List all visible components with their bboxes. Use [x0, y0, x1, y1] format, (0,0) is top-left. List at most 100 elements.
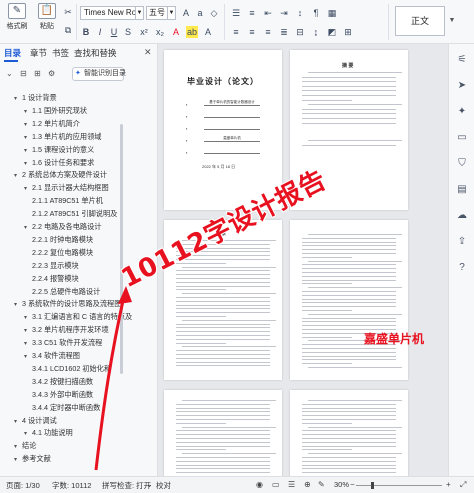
- chevron-down-icon[interactable]: ▾: [24, 159, 32, 168]
- chevron-down-icon[interactable]: ▾: [24, 146, 32, 155]
- chevron-down-icon[interactable]: ▾: [14, 300, 22, 309]
- toc-item[interactable]: 2.2.1 时钟电路模块: [32, 234, 148, 245]
- spell-check-status[interactable]: 拼写检查: 打开: [102, 480, 151, 491]
- chevron-down-icon[interactable]: ▾: [24, 133, 32, 142]
- tab-toc[interactable]: 目录: [4, 47, 21, 59]
- chevron-down-icon[interactable]: ▾: [24, 429, 32, 438]
- shield-icon[interactable]: ⛉: [456, 158, 468, 170]
- tab-find-replace[interactable]: 查找和替换: [74, 47, 117, 59]
- chevron-down-icon[interactable]: ▾: [24, 223, 32, 232]
- toc-item[interactable]: ▾ 3.1 汇编语言和 C 语言的特点及: [24, 311, 148, 322]
- toc-item[interactable]: ▾ 3 系统软件的设计思路及流程图: [14, 298, 148, 309]
- table-icon[interactable]: ⊞: [342, 26, 354, 38]
- chevron-down-icon[interactable]: ▾: [14, 171, 22, 180]
- char-shading-icon[interactable]: A: [202, 26, 214, 38]
- align-right-icon[interactable]: ≡: [262, 26, 274, 38]
- toc-item[interactable]: ▾ 1 设计背景: [14, 92, 148, 103]
- list-view-icon[interactable]: ☰: [288, 480, 295, 489]
- zoom-in-icon[interactable]: +: [446, 480, 451, 489]
- expand-icon[interactable]: ⊞: [34, 69, 41, 78]
- underline-icon[interactable]: U: [108, 26, 120, 38]
- numbered-list-icon[interactable]: ≡: [246, 7, 258, 19]
- shrink-font-icon[interactable]: a: [194, 7, 206, 19]
- document-icon[interactable]: ▭: [456, 132, 468, 144]
- collapse-icon[interactable]: ⊟: [20, 69, 27, 78]
- format-painter-button[interactable]: ✎ 格式刷: [4, 3, 30, 31]
- toc-item[interactable]: 3.4.2 按键扫描函数: [32, 376, 148, 387]
- proofread-button[interactable]: 校对: [156, 480, 171, 491]
- chevron-down-icon[interactable]: ▾: [24, 313, 32, 322]
- toc-item[interactable]: 3.4.4 定时器中断函数: [32, 402, 148, 413]
- highlight-icon[interactable]: ab: [186, 26, 198, 38]
- eye-icon[interactable]: ◉: [256, 480, 263, 489]
- toc-item[interactable]: ▾ 1.2 单片机简介: [24, 118, 148, 129]
- toc-item[interactable]: 3.4.3 外部中断函数: [32, 389, 148, 400]
- chevron-down-icon[interactable]: ▾: [24, 107, 32, 116]
- fullscreen-icon[interactable]: ⤢: [460, 480, 466, 490]
- help-icon[interactable]: ?: [456, 262, 468, 274]
- zoom-slider[interactable]: [356, 485, 442, 486]
- font-name-select[interactable]: Times New Roma: [80, 6, 136, 20]
- toc-item[interactable]: ▾ 2 系统总体方案及硬件设计: [14, 169, 148, 180]
- page-view-icon[interactable]: ▭: [272, 480, 280, 489]
- sparkle-icon[interactable]: ✦: [456, 106, 468, 118]
- align-justify-icon[interactable]: ≣: [278, 26, 290, 38]
- font-size-select[interactable]: 五号: [146, 6, 168, 20]
- toc-item[interactable]: ▾ 2.2 电路及各电路设计: [24, 221, 148, 232]
- sliders-icon[interactable]: ⚟: [456, 54, 468, 66]
- border-icon[interactable]: ▦: [326, 7, 338, 19]
- chevron-down-icon[interactable]: ▾: [24, 326, 32, 335]
- line-spacing-icon[interactable]: ↨: [310, 26, 322, 38]
- chevron-down-icon[interactable]: ▼: [136, 6, 144, 20]
- decrease-indent-icon[interactable]: ⇤: [262, 7, 274, 19]
- chevron-down-icon[interactable]: ▾: [24, 352, 32, 361]
- toc-item[interactable]: 2.1.1 AT89C51 单片机: [32, 195, 148, 206]
- chevron-down-icon[interactable]: ▾: [24, 339, 32, 348]
- chevron-down-icon[interactable]: ▾: [14, 455, 22, 464]
- word-count[interactable]: 字数: 10112: [52, 480, 91, 491]
- web-view-icon[interactable]: ⊕: [304, 480, 311, 489]
- page-6[interactable]: [290, 390, 408, 476]
- share-icon[interactable]: ⇪: [456, 236, 468, 248]
- toc-item[interactable]: ▾ 3.4 软件流程图: [24, 350, 148, 361]
- toc-item[interactable]: ▾ 结论: [14, 440, 148, 451]
- zoom-level[interactable]: 30%: [334, 480, 349, 489]
- clear-format-icon[interactable]: ◇: [208, 7, 220, 19]
- page-chapter-1[interactable]: [290, 220, 408, 380]
- show-marks-icon[interactable]: ¶: [310, 7, 322, 19]
- chevron-down-icon[interactable]: ▾: [14, 417, 22, 426]
- cursor-icon[interactable]: ➤: [456, 80, 468, 92]
- toc-item[interactable]: ▾ 2.1 显示计器大结构框图: [24, 182, 148, 193]
- zoom-slider-handle[interactable]: [371, 482, 375, 489]
- tab-sections[interactable]: 章节: [30, 47, 47, 59]
- zoom-out-icon[interactable]: −: [350, 480, 355, 489]
- chevron-down-icon[interactable]: ▾: [24, 120, 32, 129]
- chevron-down-icon[interactable]: ▼: [447, 6, 457, 36]
- strikethrough-icon[interactable]: S: [122, 26, 134, 38]
- chevron-down-icon[interactable]: ⌄: [6, 69, 13, 78]
- chevron-down-icon[interactable]: ▾: [14, 442, 22, 451]
- page-5[interactable]: [164, 390, 282, 476]
- cloud-icon[interactable]: ☁: [456, 210, 468, 222]
- sort-icon[interactable]: ↕: [294, 7, 306, 19]
- copy-icon[interactable]: ⧉: [62, 24, 74, 36]
- chevron-down-icon[interactable]: ⌄: [146, 480, 153, 489]
- align-center-icon[interactable]: ≡: [246, 26, 258, 38]
- toc-item[interactable]: ▾ 3.2 单片机程序开发环境: [24, 324, 148, 335]
- layout-icon[interactable]: ▤: [456, 184, 468, 196]
- pen-icon[interactable]: ✎: [318, 480, 325, 489]
- chevron-down-icon[interactable]: ▾: [24, 184, 32, 193]
- toc-item[interactable]: ▾ 参考文献: [14, 453, 148, 464]
- close-icon[interactable]: ✕: [144, 47, 152, 58]
- toc-scrollbar[interactable]: [120, 124, 123, 374]
- tab-bookmarks[interactable]: 书签: [52, 47, 69, 59]
- align-left-icon[interactable]: ≡: [230, 26, 242, 38]
- font-color-icon[interactable]: A: [170, 26, 182, 38]
- paste-button[interactable]: 📋 粘贴: [34, 3, 60, 31]
- distribute-icon[interactable]: ⊟: [294, 26, 306, 38]
- bullet-list-icon[interactable]: ☰: [230, 7, 242, 19]
- smart-toc-button[interactable]: ✦ 智能识别目录: [72, 67, 126, 81]
- document-canvas[interactable]: 毕业设计（论文） 基于单片机的智能计数器设计 嘉盛单片机 ▪ ▪ ▪ ▪ ▪ 2…: [158, 44, 448, 476]
- chevron-down-icon[interactable]: ▾: [14, 94, 22, 103]
- chevron-down-icon[interactable]: ▼: [168, 6, 176, 20]
